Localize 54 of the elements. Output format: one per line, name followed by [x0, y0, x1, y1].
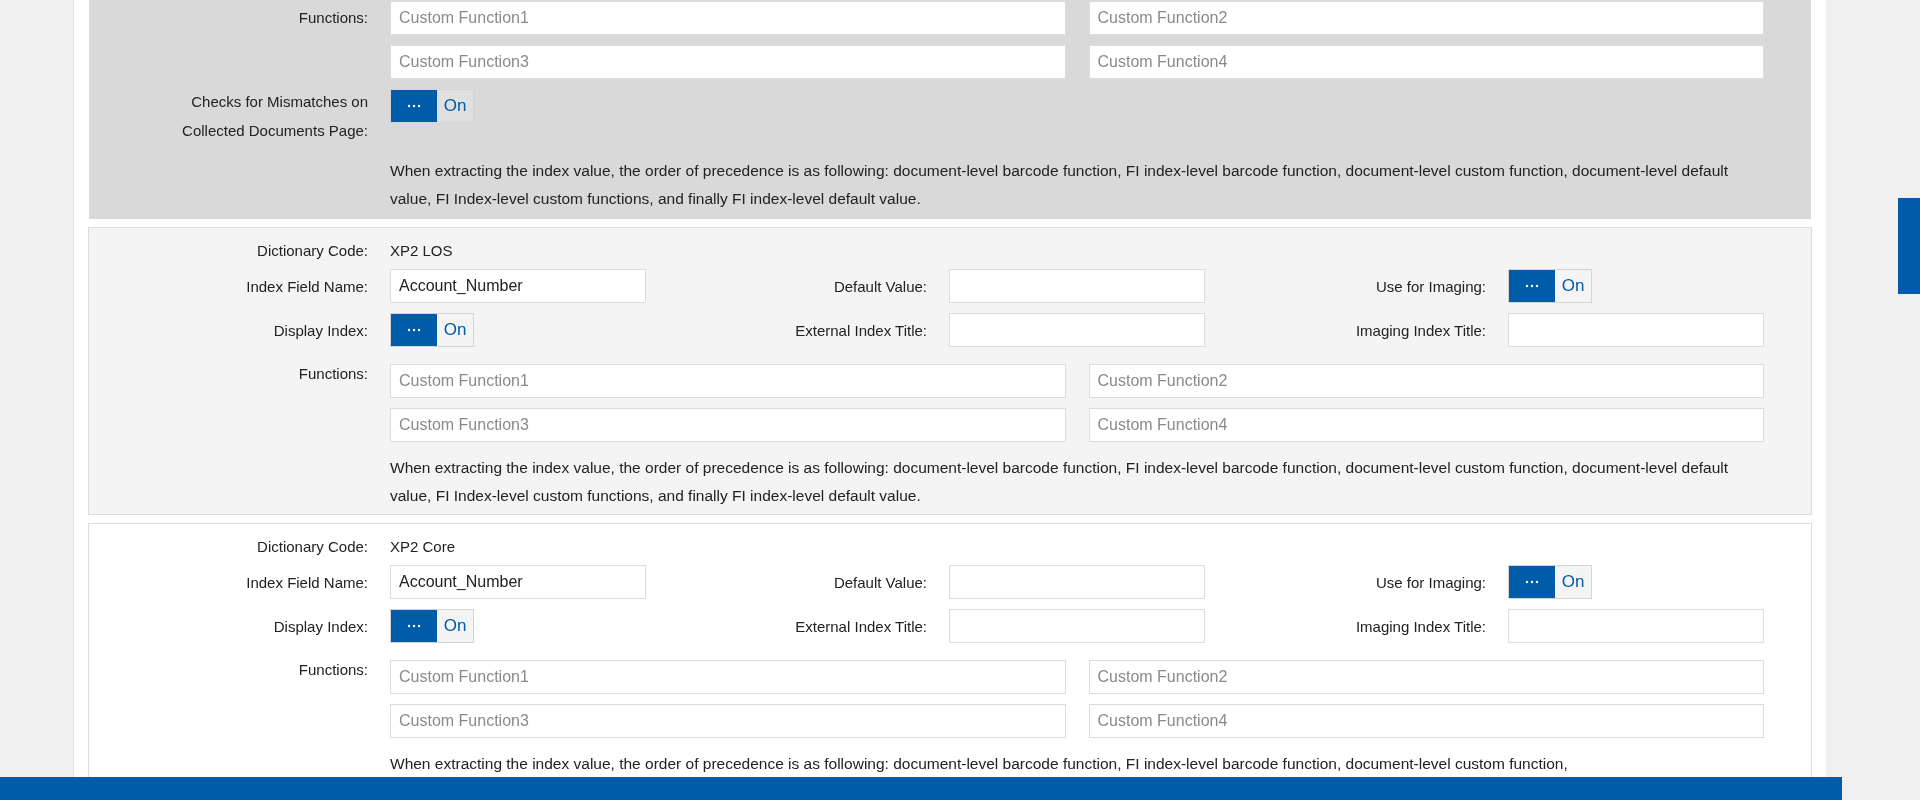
- field-label: Functions:: [298, 661, 368, 678]
- field-label: Default Value:: [833, 277, 927, 295]
- input-field[interactable]: Custom Function3: [390, 704, 1066, 738]
- input-field[interactable]: Custom Function3: [390, 408, 1066, 442]
- toggle-switch[interactable]: On: [390, 313, 474, 347]
- field-label: Use for Imaging:: [1375, 573, 1486, 591]
- input-field[interactable]: [949, 609, 1205, 643]
- input-field[interactable]: [949, 269, 1205, 303]
- precedence-note: When extracting the index value, the order of precedence is as following: document-level barcode function, FI index-level barcode function, document-level custom function,: [390, 754, 1569, 774]
- dictionary-code: XP2 LOS: [390, 242, 454, 259]
- field-label: Default Value:: [833, 573, 927, 591]
- input-field[interactable]: Account_Number: [390, 269, 646, 303]
- input-field[interactable]: Custom Function4: [1088, 704, 1764, 738]
- input-field[interactable]: Custom Function4: [1088, 408, 1764, 442]
- dots-icon: [1525, 284, 1539, 288]
- dots-icon: [407, 328, 421, 332]
- input-field[interactable]: Custom Function2: [1088, 660, 1764, 694]
- input-field[interactable]: Custom Function1: [390, 660, 1066, 694]
- precedence-note: When extracting the index value, the order of precedence is as following: document-level barcode function, FI index-level barcode function, document-level custom function, document-level default value, FI Index-level custom functions, and finally FI index-level default value.: [390, 161, 1730, 209]
- field-label: Index Field Name:: [246, 573, 368, 591]
- toggle-switch[interactable]: On: [1508, 269, 1592, 303]
- input-field[interactable]: Custom Function4: [1088, 45, 1764, 79]
- field-label: Functions:: [298, 365, 368, 382]
- field-label: Display Index:: [273, 321, 368, 339]
- toggle-switch[interactable]: On: [1508, 565, 1592, 599]
- input-field[interactable]: [949, 565, 1205, 599]
- input-field[interactable]: Account_Number: [390, 565, 646, 599]
- input-field[interactable]: Custom Function2: [1088, 364, 1764, 398]
- dots-icon: [407, 624, 421, 628]
- dots-icon: [1525, 580, 1539, 584]
- field-label: Display Index:: [273, 617, 368, 635]
- field-label: External Index Title:: [795, 321, 927, 339]
- toggle-switch[interactable]: On: [390, 609, 474, 643]
- field-label: Dictionary Code:: [257, 538, 368, 555]
- field-label: Functions:: [298, 9, 368, 26]
- dictionary-code: XP2 Core: [390, 538, 457, 555]
- input-field[interactable]: Custom Function1: [390, 1, 1066, 35]
- field-label: Imaging Index Title:: [1355, 617, 1486, 635]
- input-field[interactable]: Custom Function2: [1088, 1, 1764, 35]
- toggle-switch[interactable]: On: [390, 89, 474, 123]
- side-tab[interactable]: [1898, 198, 1920, 294]
- field-label: Checks for Mismatches on Collected Documents Page:: [181, 92, 368, 141]
- field-label: Index Field Name:: [246, 277, 368, 295]
- field-label: External Index Title:: [795, 617, 927, 635]
- precedence-note: When extracting the index value, the order of precedence is as following: document-level barcode function, FI index-level barcode function, document-level custom function, document-level default value, FI Index-level custom functions, and finally FI index-level default value.: [390, 458, 1730, 506]
- input-field[interactable]: Custom Function3: [390, 45, 1066, 79]
- input-field[interactable]: [1508, 609, 1764, 643]
- field-label: Imaging Index Title:: [1355, 321, 1486, 339]
- field-label: Use for Imaging:: [1375, 277, 1486, 295]
- input-field[interactable]: [1508, 313, 1764, 347]
- input-field[interactable]: [949, 313, 1205, 347]
- input-field[interactable]: Custom Function1: [390, 364, 1066, 398]
- field-label: Dictionary Code:: [257, 242, 368, 259]
- dots-icon: [407, 104, 421, 108]
